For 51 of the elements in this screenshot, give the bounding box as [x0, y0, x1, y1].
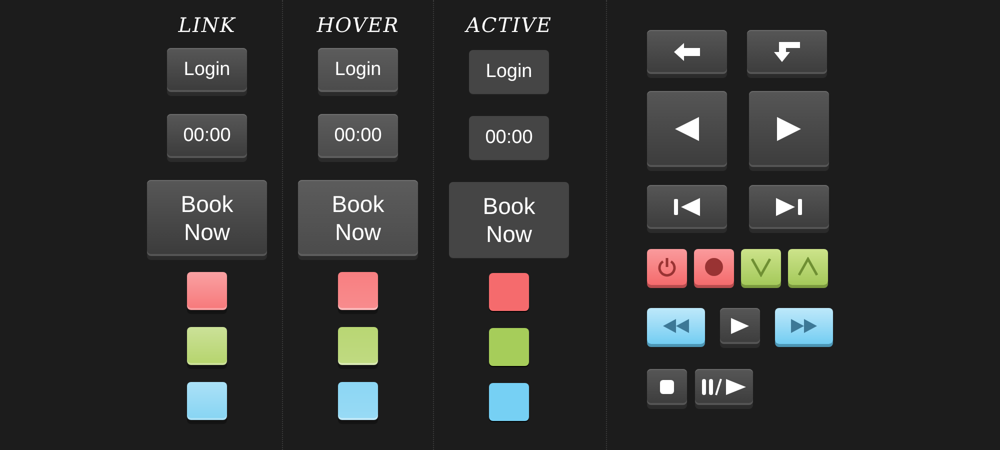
color-swatch-button[interactable]: [489, 328, 529, 366]
color-swatch-button[interactable]: [187, 327, 227, 365]
return-arrow-icon: [774, 42, 800, 62]
column-heading: ACTIVE: [466, 12, 552, 39]
skip-back-button[interactable]: [647, 185, 727, 229]
column-heading: LINK: [178, 12, 236, 39]
skip-back-icon: [674, 198, 700, 216]
fast-forward-button[interactable]: [775, 308, 833, 344]
color-swatch-button[interactable]: [489, 273, 529, 311]
record-icon: [705, 258, 723, 276]
color-swatch-button[interactable]: [338, 382, 378, 420]
color-swatch-button[interactable]: [338, 327, 378, 365]
rewind-icon: [663, 319, 689, 333]
demo-button[interactable]: 00:00: [469, 116, 549, 160]
right-triangle-icon: [777, 117, 801, 141]
stop-icon: [660, 380, 674, 394]
up-button[interactable]: [788, 249, 828, 285]
color-swatch-button[interactable]: [338, 272, 378, 310]
demo-button[interactable]: Book Now: [298, 180, 418, 256]
demo-button[interactable]: 00:00: [318, 114, 398, 158]
color-swatch-button[interactable]: [187, 382, 227, 420]
demo-button[interactable]: Book Now: [147, 180, 267, 256]
column-heading: HOVER: [316, 12, 400, 39]
demo-button[interactable]: 00:00: [167, 114, 247, 158]
left-arrow-icon: [674, 43, 700, 61]
pause-play-icon: [702, 378, 746, 396]
skip-forward-icon: [776, 198, 802, 216]
record-button[interactable]: [694, 249, 734, 285]
back-button[interactable]: [647, 30, 727, 74]
chevron-down-icon: [751, 257, 771, 277]
previous-button[interactable]: [647, 91, 727, 167]
chevron-up-icon: [798, 257, 818, 277]
power-icon: [657, 257, 677, 277]
skip-forward-button[interactable]: [749, 185, 829, 229]
color-swatch-button[interactable]: [489, 383, 529, 421]
power-button[interactable]: [647, 249, 687, 285]
demo-button[interactable]: Book Now: [449, 182, 569, 258]
demo-button[interactable]: Login: [167, 48, 247, 92]
demo-button[interactable]: Login: [469, 50, 549, 94]
play-button[interactable]: [720, 308, 760, 344]
demo-button[interactable]: Login: [318, 48, 398, 92]
color-swatch-button[interactable]: [187, 272, 227, 310]
fast-forward-icon: [791, 319, 817, 333]
return-button[interactable]: [747, 30, 827, 74]
left-triangle-icon: [675, 117, 699, 141]
play-icon: [731, 318, 749, 334]
down-button[interactable]: [741, 249, 781, 285]
rewind-button[interactable]: [647, 308, 705, 344]
next-button[interactable]: [749, 91, 829, 167]
pause-play-button[interactable]: [695, 369, 753, 405]
stop-button[interactable]: [647, 369, 687, 405]
